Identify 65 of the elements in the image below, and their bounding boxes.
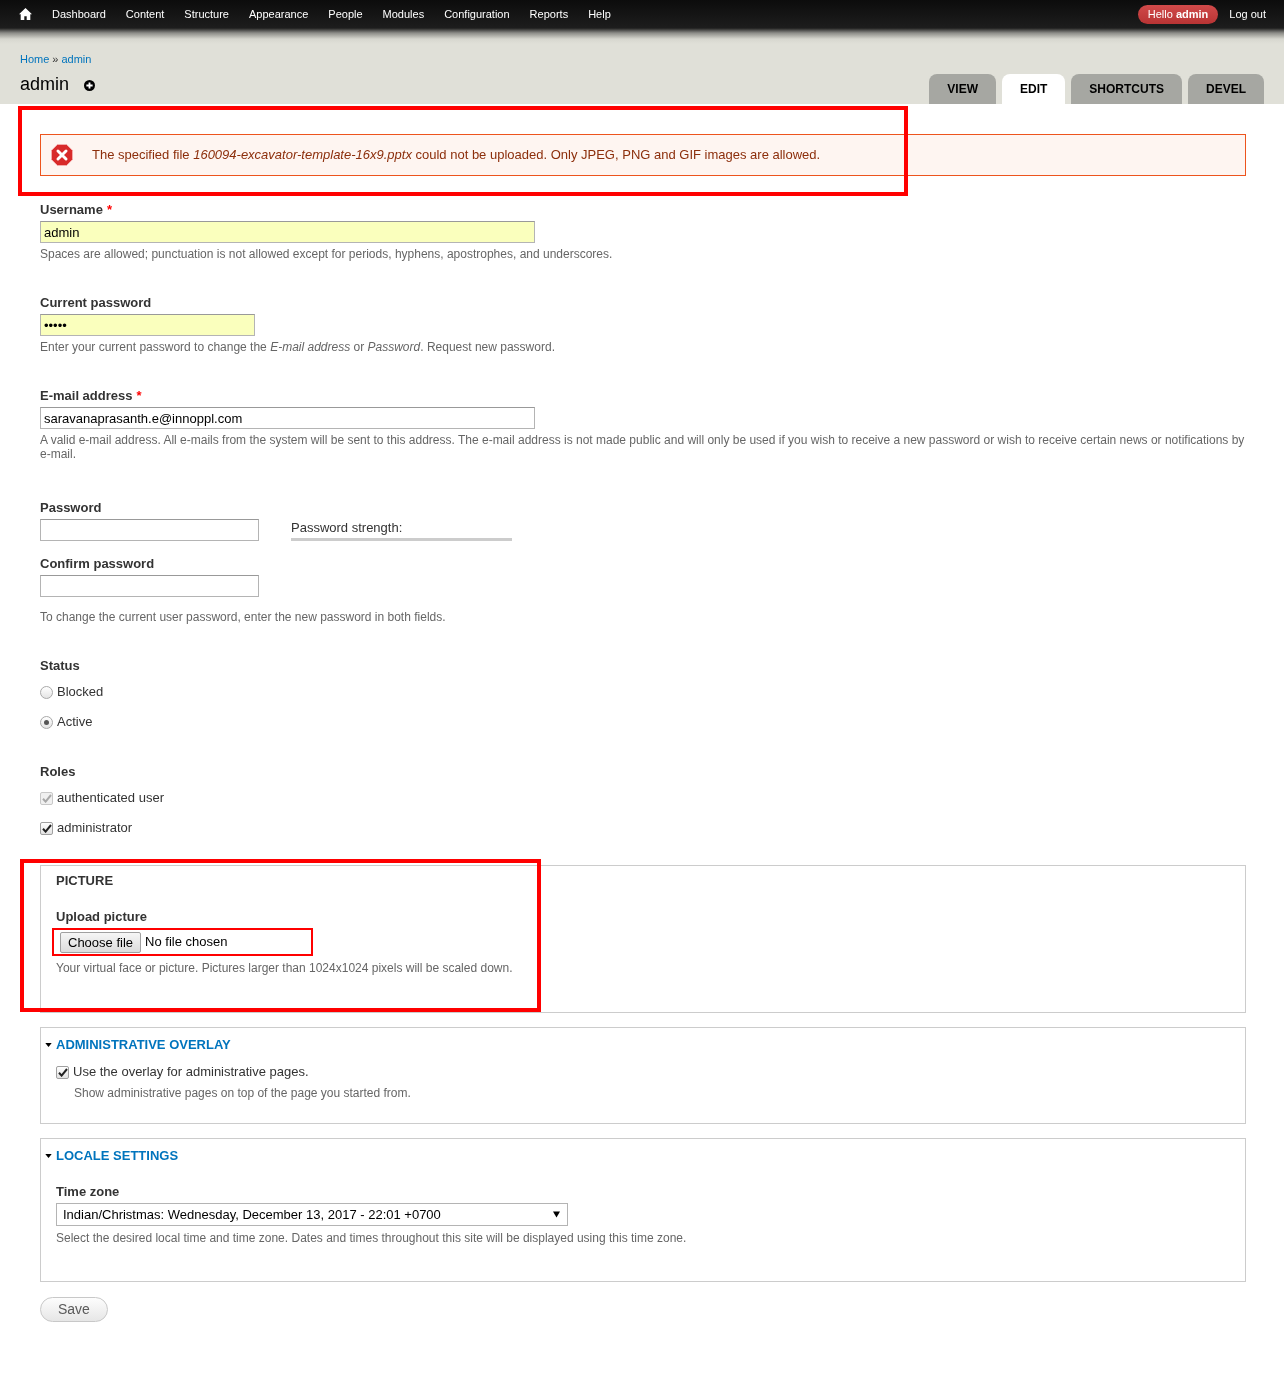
field-label: Upload picture [56, 909, 147, 924]
field-label: Confirm password [40, 556, 155, 571]
message-text: The specified file 160094-excavator-template-16x9.pptx could not be uploaded. Only JPEG, PNG and GIF images are allowed. [92, 147, 821, 163]
field-label: Status [40, 658, 80, 673]
field-label: E-mail address [40, 388, 133, 403]
menu-link[interactable]: Modules [372, 6, 435, 22]
password-field[interactable] [40, 575, 259, 597]
greeting-badge[interactable]: Hello admin [1137, 4, 1219, 24]
password-field[interactable] [40, 519, 259, 541]
field-label: Roles [40, 764, 76, 779]
plus-circle-icon[interactable] [84, 80, 96, 91]
breadcrumb-link[interactable]: Home [20, 51, 50, 67]
menu-link[interactable]: Dashboard [42, 6, 116, 22]
field-description: Enter your current password to change the E-mail address or Password. Request new password. [40, 340, 556, 354]
menu-link[interactable]: Appearance [239, 6, 319, 22]
menu-link[interactable]: Reports [519, 6, 579, 22]
checkbox-label: authenticated user [57, 790, 164, 806]
save-button[interactable]: Save [40, 1297, 108, 1322]
timezone-select[interactable]: Indian/Christmas: Wednesday, December 13, 2017 - 22:01 +0700 [56, 1203, 568, 1226]
menu-link[interactable]: Structure [174, 6, 239, 22]
page-title: admin [20, 73, 70, 96]
email-field[interactable]: saravanaprasanth.e@innoppl.com [40, 407, 535, 429]
breadcrumb-separator: » [52, 52, 59, 67]
file-status: No file chosen [145, 934, 228, 950]
field-description: Spaces are allowed; punctuation is not allowed except for periods, hyphens, apostrophes, and underscores. [40, 247, 614, 261]
menu-link[interactable]: Configuration [434, 6, 520, 22]
breadcrumb-link[interactable]: admin [61, 51, 92, 67]
radio-label: Blocked [57, 684, 104, 700]
caret-icon [553, 1211, 560, 1218]
logout-link[interactable]: Log out [1218, 6, 1266, 22]
field-description: Select the desired local time and time zone. Dates and times throughout this site will be displayed using this time zone. [56, 1231, 688, 1245]
field-label: Password [40, 500, 102, 515]
tab[interactable]: EDIT [1001, 74, 1066, 104]
radio-label: Active [57, 714, 93, 730]
tab[interactable]: DEVEL [1188, 74, 1264, 104]
menu-link[interactable]: Help [578, 6, 621, 22]
field-description: To change the current user password, enter the new password in both fields. [40, 610, 447, 624]
field-label: Time zone [56, 1184, 120, 1199]
fieldset-toggle[interactable]: ADMINISTRATIVE OVERLAY [45, 1037, 231, 1053]
checkbox[interactable] [56, 1065, 69, 1079]
field-description: Show administrative pages on top of the page you started from. [74, 1086, 412, 1100]
tab[interactable]: SHORTCUTS [1071, 74, 1182, 104]
checkbox-label: Use the overlay for administrative pages. [73, 1064, 309, 1080]
radio-button[interactable] [40, 715, 53, 729]
required-mark: * [106, 202, 112, 217]
strength-label: Password strength: [291, 520, 404, 536]
fieldset-legend: PICTURE [56, 873, 114, 889]
menu-link[interactable]: People [318, 6, 373, 22]
field-label: Username [40, 202, 103, 217]
password-field[interactable]: ••••• [40, 314, 255, 336]
fieldset-toggle[interactable]: LOCALE SETTINGS [45, 1148, 179, 1164]
checkbox[interactable] [40, 821, 53, 835]
radio-button[interactable] [40, 685, 53, 699]
checkbox-label: administrator [57, 820, 133, 836]
tab[interactable]: VIEW [929, 74, 996, 104]
field-label: Current password [40, 295, 152, 310]
menu-link[interactable]: Content [115, 6, 175, 22]
required-mark: * [136, 388, 142, 403]
home-icon[interactable] [19, 8, 32, 20]
request-password-link[interactable]: Request new password [426, 340, 552, 354]
field-description: Your virtual face or picture. Pictures larger than 1024x1024 pixels will be scaled down. [56, 961, 514, 975]
field-description: A valid e-mail address. All e-mails from the system will be sent to this address. The e-mail address is not made public and will only be used if you wish to receive a new password or wish to receive certain news or notifications by e-mail. [40, 433, 1246, 461]
choose-file-button[interactable]: Choose file [60, 932, 142, 953]
error-icon [51, 144, 73, 166]
text-field[interactable]: admin [40, 221, 535, 243]
